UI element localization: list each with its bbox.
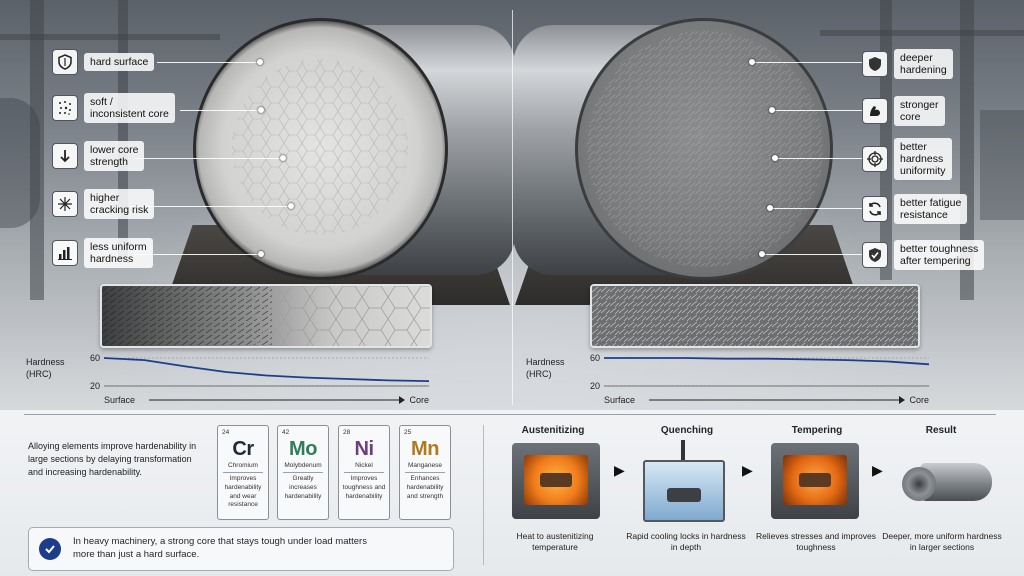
step-title-austenitizing: Austenitizing bbox=[521, 425, 585, 436]
step-caption-quenching: Rapid cooling locks in hardness in depth bbox=[626, 531, 746, 553]
arrow-down-icon bbox=[52, 143, 78, 170]
left-micrograph bbox=[100, 284, 432, 348]
step-caption-result: Deeper, more uniform hardness in larger … bbox=[882, 531, 1002, 553]
center-divider bbox=[512, 10, 513, 405]
note-box: In heavy machinery, a strong core that s… bbox=[28, 527, 454, 571]
burst-icon bbox=[52, 191, 78, 218]
section-divider bbox=[24, 414, 996, 415]
callout-stronger-core: stronger core bbox=[862, 96, 945, 127]
bottom-divider bbox=[483, 425, 484, 565]
step-title-result: Result bbox=[925, 425, 957, 436]
callout-toughness: better toughness after tempering bbox=[862, 240, 985, 271]
callout-hard-surface: hard surface bbox=[52, 49, 155, 75]
shield-icon bbox=[862, 51, 888, 78]
y-tick-label: 20 bbox=[590, 381, 600, 391]
x-start-label: Surface bbox=[104, 395, 135, 405]
left-grain-texture bbox=[232, 59, 408, 235]
callout-less-uniform: less uniform hardness bbox=[52, 238, 153, 269]
callout-cracking-risk: higher cracking risk bbox=[52, 189, 155, 220]
muscle-icon bbox=[862, 98, 888, 125]
furnace-icon bbox=[512, 443, 600, 519]
shield-check-icon bbox=[862, 242, 888, 269]
callout-dot bbox=[772, 155, 778, 161]
step-caption-tempering: Relieves stresses and improves toughness bbox=[756, 531, 876, 553]
callout-dot bbox=[288, 203, 294, 209]
quench-tank-icon bbox=[641, 440, 727, 522]
target-icon bbox=[862, 146, 888, 173]
callout-dot bbox=[759, 251, 765, 257]
cycle-icon bbox=[862, 196, 888, 223]
callout-dot bbox=[769, 107, 775, 113]
element-card-ni: 28 Ni Nickel Improves toughness and hard… bbox=[338, 425, 390, 520]
right-hardness-chart: Hardness (HRC) 60 20 Surface Core bbox=[526, 353, 930, 405]
callout-dot bbox=[257, 59, 263, 65]
step-caption-austenitizing: Heat to austenitizing temperature bbox=[516, 531, 594, 553]
right-micrograph bbox=[590, 284, 920, 348]
callout-dot bbox=[258, 107, 264, 113]
alloy-description: Alloying elements improve hardenability … bbox=[28, 441, 197, 478]
x-end-label: Core bbox=[409, 395, 429, 405]
dots-icon bbox=[52, 95, 78, 122]
tempering-furnace-icon bbox=[771, 443, 859, 519]
y-tick-label: 60 bbox=[590, 353, 600, 363]
y-axis-label: Hardness bbox=[526, 357, 565, 367]
element-card-cr: 24 Cr Chromium Improves hardenability an… bbox=[217, 425, 269, 520]
x-axis-arrowhead bbox=[399, 396, 405, 404]
bar-chart-icon bbox=[52, 240, 78, 267]
callout-dot bbox=[258, 251, 264, 257]
shield-icon bbox=[52, 49, 78, 75]
callout-dot bbox=[767, 205, 773, 211]
element-card-mo: 42 Mo Molybdenum Greatly increases harde… bbox=[277, 425, 329, 520]
y-axis-label: (HRC) bbox=[26, 369, 52, 379]
infographic: hard surface soft / inconsistent core lo… bbox=[0, 0, 1024, 576]
x-axis-arrowhead bbox=[899, 396, 905, 404]
callout-soft-core: soft / inconsistent core bbox=[52, 93, 175, 124]
note-text: In heavy machinery, a strong core that s… bbox=[73, 536, 367, 560]
y-tick-label: 20 bbox=[90, 381, 100, 391]
hardness-curve bbox=[103, 357, 430, 382]
x-end-label: Core bbox=[909, 395, 929, 405]
arrow-right-icon: ▶ bbox=[872, 462, 883, 478]
element-card-mn: 25 Mn Manganese Enhances hardenability a… bbox=[399, 425, 451, 520]
left-hardness-chart: Hardness (HRC) 60 20 Surface Core bbox=[26, 353, 430, 405]
callout-lower-core-strength: lower core strength bbox=[52, 141, 145, 172]
step-title-tempering: Tempering bbox=[791, 425, 843, 436]
result-shaft-icon bbox=[898, 455, 998, 511]
step-title-quenching: Quenching bbox=[660, 425, 714, 436]
y-axis-label: Hardness bbox=[26, 357, 65, 367]
hardness-curve bbox=[604, 357, 930, 366]
callout-dot bbox=[280, 155, 286, 161]
right-grain-texture bbox=[587, 31, 823, 267]
arrow-right-icon: ▶ bbox=[614, 462, 625, 478]
x-start-label: Surface bbox=[604, 395, 635, 405]
y-tick-label: 60 bbox=[90, 353, 100, 363]
y-axis-label: (HRC) bbox=[526, 369, 552, 379]
callout-dot bbox=[749, 59, 755, 65]
callout-fatigue: better fatigue resistance bbox=[862, 194, 968, 225]
check-circle-icon bbox=[39, 538, 61, 560]
callout-uniformity: better hardness uniformity bbox=[862, 138, 952, 181]
callout-deeper-hardening: deeper hardening bbox=[862, 49, 953, 80]
arrow-right-icon: ▶ bbox=[742, 462, 753, 478]
